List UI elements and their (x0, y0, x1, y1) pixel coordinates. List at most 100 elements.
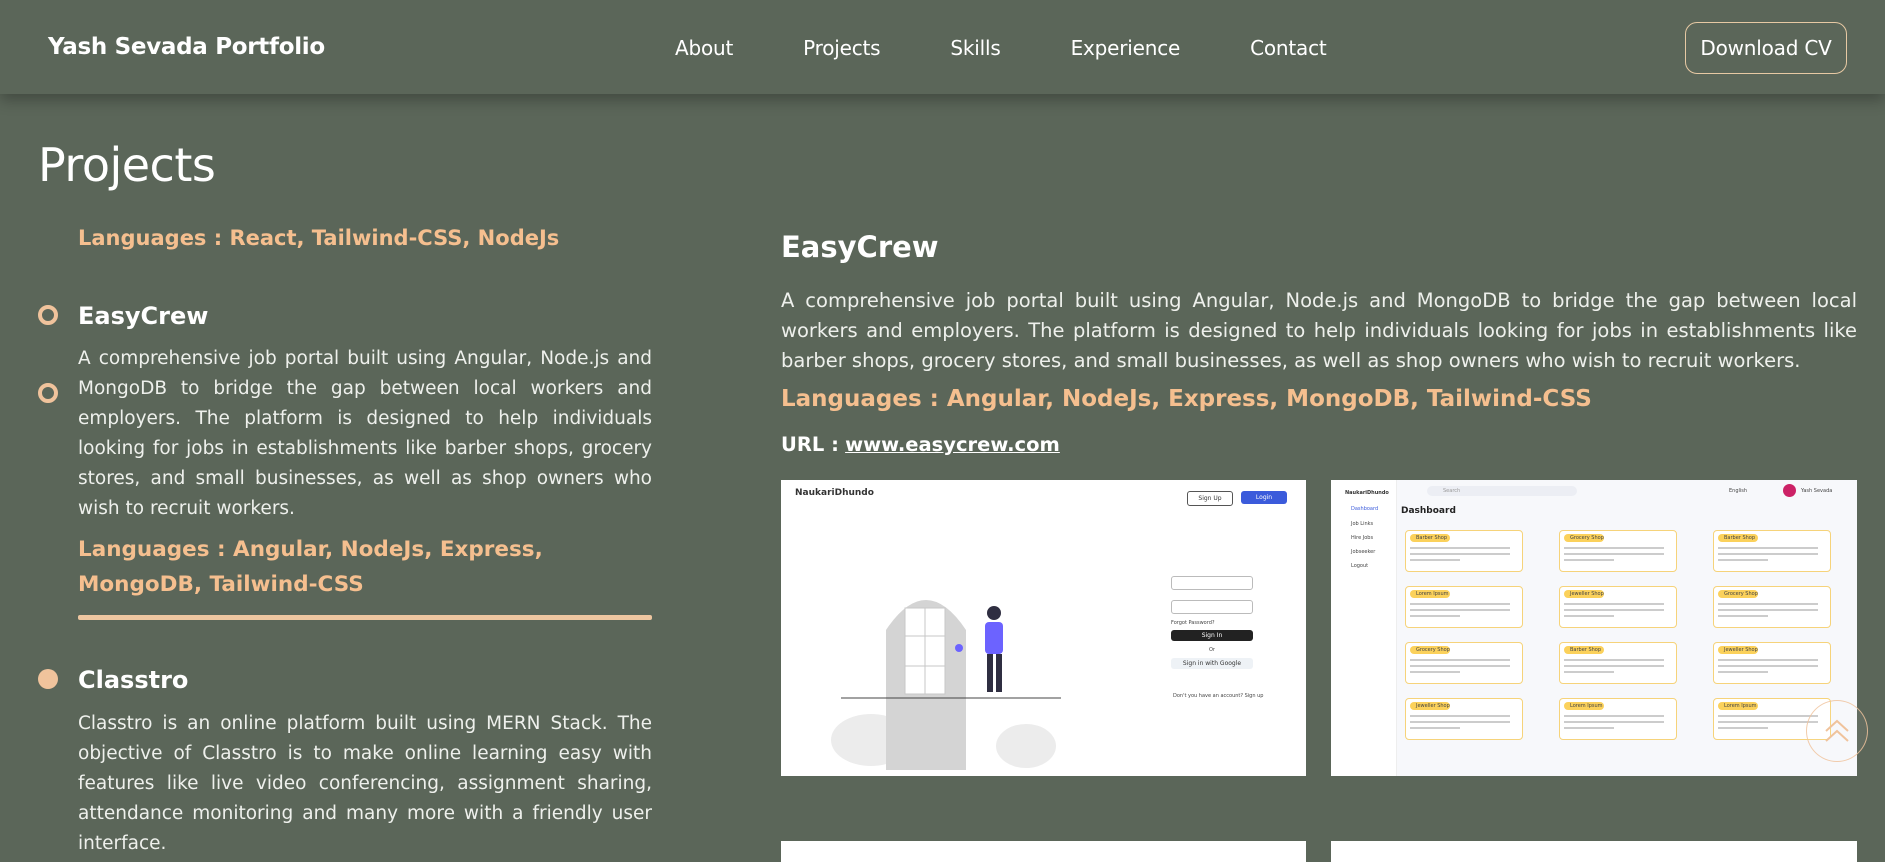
screenshot-card-text-line (1410, 727, 1460, 729)
screenshot-google-button: Sign in with Google (1171, 658, 1253, 669)
brand-logo[interactable]: Yash Sevada Portfolio (48, 34, 325, 60)
screenshot-card-text-line (1718, 603, 1818, 605)
screenshot-job-card: Grocery Shop (1405, 642, 1523, 684)
screenshot-avatar (1783, 484, 1796, 497)
screenshot-card-text-line (1718, 659, 1818, 661)
screenshot-signin-button: Sign In (1171, 630, 1253, 641)
screenshot-card-text-line (1564, 609, 1664, 611)
timeline-bullet-icon (38, 669, 58, 689)
screenshot-dash-logo: NaukariDhundo (1345, 490, 1389, 496)
screenshot-job-card: Barber Shop (1405, 530, 1523, 572)
screenshot-card-text-line (1410, 547, 1510, 549)
project-timeline: Languages : React, Tailwind-CSS, NodeJs … (0, 222, 660, 862)
screenshot-email-field (1171, 576, 1253, 590)
screenshot-card-text-line (1410, 553, 1510, 555)
timeline-bullet-active (38, 383, 58, 403)
screenshot-dashboard[interactable]: NaukariDhundo Dashboard Job Links Hire J… (1331, 480, 1857, 776)
screenshot-card-title: Lorem Ipsum (1724, 703, 1757, 709)
screenshot-card-title: Barber Shop (1570, 647, 1602, 653)
screenshot-card-title: Jeweller Shop (1416, 703, 1450, 709)
screenshot-job-card: Jeweller Shop (1713, 642, 1831, 684)
nav-contact[interactable]: Contact (1250, 36, 1327, 60)
screenshot-card-text-line (1564, 659, 1664, 661)
screenshot-card-text-line (1564, 721, 1664, 723)
screenshot-card-title: Jeweller Shop (1570, 591, 1604, 597)
screenshot-card-chip: Lorem Ipsum (1410, 590, 1450, 598)
screenshot-card-text-line (1410, 559, 1460, 561)
project-detail-url: URL : www.easycrew.com (781, 433, 1060, 456)
nav-experience[interactable]: Experience (1071, 36, 1181, 60)
url-label: URL : (781, 433, 839, 456)
screenshot-card-text-line (1410, 615, 1460, 617)
screenshot-card-text-line (1410, 603, 1510, 605)
screenshot-card-title: Barber Shop (1416, 535, 1448, 541)
screenshot-card-text-line (1564, 559, 1614, 561)
timeline-title-easycrew[interactable]: EasyCrew (78, 302, 208, 330)
timeline-languages-easycrew: Languages : Angular, NodeJs, Express, Mo… (78, 537, 543, 597)
screenshot-card-text-line (1718, 615, 1768, 617)
screenshot-card-text-line (1410, 715, 1510, 717)
screenshot-nav-logout: Logout (1351, 563, 1369, 569)
screenshot-card-chip: Barber Shop (1564, 646, 1604, 654)
screenshot-card-text-line (1718, 547, 1818, 549)
screenshot-signup-text: Don't you have an account? Sign up (1173, 693, 1264, 699)
screenshot-job-card: Barber Shop (1713, 530, 1831, 572)
screenshot-card-title: Grocery Shop (1416, 647, 1450, 653)
screenshot-card-text-line (1718, 671, 1768, 673)
screenshot-card-chip: Grocery Shop (1410, 646, 1450, 654)
nav-projects[interactable]: Projects (803, 36, 880, 60)
page-title: Projects (38, 138, 216, 192)
timeline-bullet-active-icon (38, 305, 58, 325)
screenshot-password-field (1171, 600, 1253, 614)
screenshot-login-button: Login (1241, 491, 1287, 504)
nav-skills[interactable]: Skills (950, 36, 1000, 60)
main-nav: About Projects Skills Experience Contact (675, 36, 1397, 60)
screenshot-card-text-line (1564, 603, 1664, 605)
screenshot-preview-3[interactable] (781, 841, 1306, 862)
project-detail-title: EasyCrew (781, 230, 939, 264)
screenshot-card-title: Lorem Ipsum (1416, 591, 1449, 597)
screenshot-search-bar: Search (1427, 486, 1577, 496)
screenshot-card-title: Grocery Shop (1724, 591, 1758, 597)
screenshot-card-text-line (1564, 665, 1664, 667)
scroll-to-top-button[interactable] (1806, 700, 1868, 762)
screenshot-card-chip: Lorem Ipsum (1718, 702, 1758, 710)
timeline-title-classtro[interactable]: Classtro (78, 666, 188, 694)
screenshot-card-text-line (1410, 665, 1510, 667)
screenshot-job-card: Lorem Ipsum (1405, 586, 1523, 628)
project-detail-languages: Languages : Angular, NodeJs, Express, Mo… (781, 386, 1592, 412)
screenshot-card-text-line (1718, 553, 1818, 555)
screenshot-card-title: Jeweller Shop (1724, 647, 1758, 653)
screenshot-card-text-line (1718, 609, 1818, 611)
project-detail-description: A comprehensive job portal built using A… (781, 289, 1857, 372)
screenshot-card-text-line (1564, 547, 1664, 549)
screenshot-forgot-text: Forgot Password? (1171, 620, 1215, 626)
screenshot-card-text-line (1564, 553, 1664, 555)
screenshot-card-chip: Jeweller Shop (1564, 590, 1604, 598)
screenshot-card-text-line (1564, 615, 1614, 617)
screenshot-card-chip: Barber Shop (1718, 534, 1758, 542)
nav-about[interactable]: About (675, 36, 733, 60)
screenshot-preview-4[interactable] (1331, 841, 1857, 862)
screenshot-card-title: Lorem Ipsum (1570, 703, 1603, 709)
screenshot-nav-jobseeker: Jobseeker (1351, 549, 1376, 555)
screenshot-card-chip: Barber Shop (1410, 534, 1450, 542)
download-cv-button[interactable]: Download CV (1685, 22, 1847, 74)
screenshot-job-card: Grocery Shop (1559, 530, 1677, 572)
screenshot-card-text-line (1564, 727, 1614, 729)
timeline-desc-classtro: Classtro is an online platform built usi… (78, 713, 652, 854)
screenshot-nav-hirejobs: Hire Jobs (1351, 535, 1374, 541)
screenshot-job-card: Jeweller Shop (1405, 698, 1523, 740)
screenshot-card-text-line (1410, 671, 1460, 673)
screenshot-login[interactable]: NaukariDhundo Sign Up Login Forgot Passw… (781, 480, 1306, 776)
screenshot-signup-button: Sign Up (1187, 491, 1233, 506)
screenshot-card-text-line (1410, 659, 1510, 661)
screenshot-card-text-line (1718, 665, 1818, 667)
project-url-link[interactable]: www.easycrew.com (845, 433, 1060, 456)
screenshot-card-text-line (1718, 721, 1818, 723)
screenshot-job-card: Barber Shop (1559, 642, 1677, 684)
screenshot-job-card: Grocery Shop (1713, 586, 1831, 628)
screenshot-card-chip: Jeweller Shop (1410, 702, 1450, 710)
screenshot-card-title: Grocery Shop (1570, 535, 1604, 541)
navbar: Yash Sevada Portfolio About Projects Ski… (0, 0, 1885, 94)
